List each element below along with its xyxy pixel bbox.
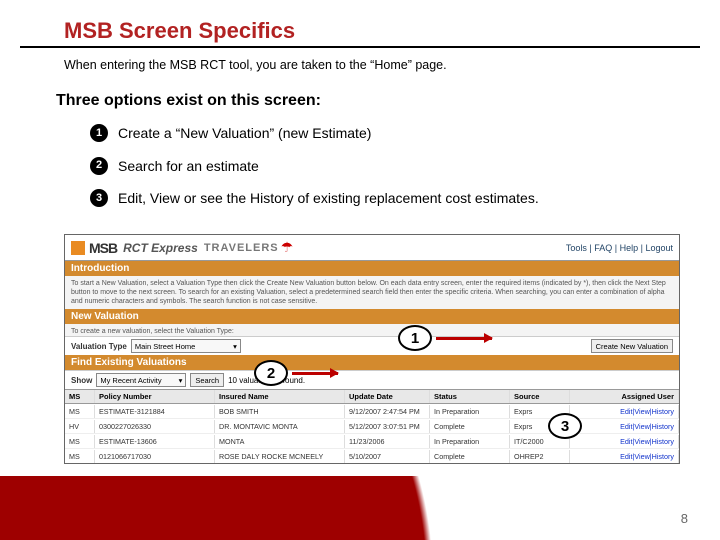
show-select[interactable]: My Recent Activity ▾ <box>96 373 186 387</box>
logo-text: MSB <box>89 240 117 256</box>
header-toolbar[interactable]: Tools | FAQ | Help | Logout <box>566 243 673 253</box>
callout-1: 1 <box>398 325 432 351</box>
col-user: Assigned User <box>570 390 679 403</box>
row-actions[interactable]: Edit|View|History <box>570 450 679 463</box>
callout-2: 2 <box>254 360 288 386</box>
screenshot-panel: MSB RCT Express TRAVELERS ☂ Tools | FAQ … <box>64 234 680 464</box>
intro-text: When entering the MSB RCT tool, you are … <box>64 58 720 72</box>
chevron-down-icon: ▾ <box>179 376 183 385</box>
row-actions[interactable]: Edit|View|History <box>570 405 679 418</box>
msb-logo: MSB <box>71 240 117 256</box>
slide: MSB Screen Specifics When entering the M… <box>0 0 720 540</box>
decorative-curve <box>0 476 720 540</box>
col-source: Source <box>510 390 570 403</box>
table-row: MS0121066717030ROSE DALY ROCKE MCNEELY5/… <box>65 449 679 464</box>
valuation-type-select[interactable]: Main Street Home ▾ <box>131 339 241 353</box>
introduction-copy: To start a New Valuation, select a Valua… <box>65 276 679 309</box>
section-new-valuation: New Valuation <box>65 309 679 324</box>
section-find-existing: Find Existing Valuations <box>65 355 679 370</box>
option-3-text: Edit, View or see the History of existin… <box>118 185 539 212</box>
chevron-down-icon: ▾ <box>233 342 237 351</box>
callout-3: 3 <box>548 413 582 439</box>
new-valuation-hint: To create a new valuation, select the Va… <box>65 324 679 336</box>
circled-3-icon: 3 <box>90 189 108 207</box>
row-actions[interactable]: Edit|View|History <box>570 420 679 433</box>
col-ms: MS <box>65 390 95 403</box>
option-2-row: 2 Search for an estimate <box>90 153 720 180</box>
slide-title: MSB Screen Specifics <box>64 18 720 44</box>
arrow-2 <box>292 372 338 375</box>
circled-1-icon: 1 <box>90 124 108 142</box>
col-date: Update Date <box>345 390 430 403</box>
row-actions[interactable]: Edit|View|History <box>570 435 679 448</box>
section-introduction: Introduction <box>65 261 679 276</box>
options-heading: Three options exist on this screen: <box>56 92 720 110</box>
find-row: Show My Recent Activity ▾ Search 10 valu… <box>65 370 679 389</box>
title-rule <box>20 46 700 48</box>
results-table-body: MSESTIMATE-3121884BOB SMITH9/12/2007 2:4… <box>65 404 679 464</box>
option-1-text: Create a “New Valuation” (new Estimate) <box>118 120 371 147</box>
results-table-header: MS Policy Number Insured Name Update Dat… <box>65 389 679 404</box>
table-row: HV0300227026330DR. MONTAVIC MONTA5/12/20… <box>65 419 679 434</box>
circled-2-icon: 2 <box>90 157 108 175</box>
table-row: MSESTIMATE-13606MONTA11/23/2006In Prepar… <box>65 434 679 449</box>
valuation-type-label: Valuation Type <box>71 342 127 351</box>
new-valuation-row: Valuation Type Main Street Home ▾ Create… <box>65 336 679 355</box>
arrow-1 <box>436 337 492 340</box>
show-label: Show <box>71 376 92 385</box>
product-name: RCT Express <box>123 241 198 255</box>
options-list: 1 Create a “New Valuation” (new Estimate… <box>90 120 720 212</box>
search-button[interactable]: Search <box>190 373 224 387</box>
col-insured: Insured Name <box>215 390 345 403</box>
col-policy: Policy Number <box>95 390 215 403</box>
app-header: MSB RCT Express TRAVELERS ☂ Tools | FAQ … <box>65 235 679 261</box>
create-new-valuation-button[interactable]: Create New Valuation <box>591 339 673 353</box>
option-2-text: Search for an estimate <box>118 153 259 180</box>
umbrella-icon: ☂ <box>281 239 294 256</box>
option-3-row: 3 Edit, View or see the History of exist… <box>90 185 720 212</box>
partner-name: TRAVELERS <box>204 242 279 254</box>
table-row: MSESTIMATE-3121884BOB SMITH9/12/2007 2:4… <box>65 404 679 419</box>
page-number: 8 <box>681 511 688 526</box>
col-status: Status <box>430 390 510 403</box>
option-1-row: 1 Create a “New Valuation” (new Estimate… <box>90 120 720 147</box>
logo-square-icon <box>71 241 85 255</box>
